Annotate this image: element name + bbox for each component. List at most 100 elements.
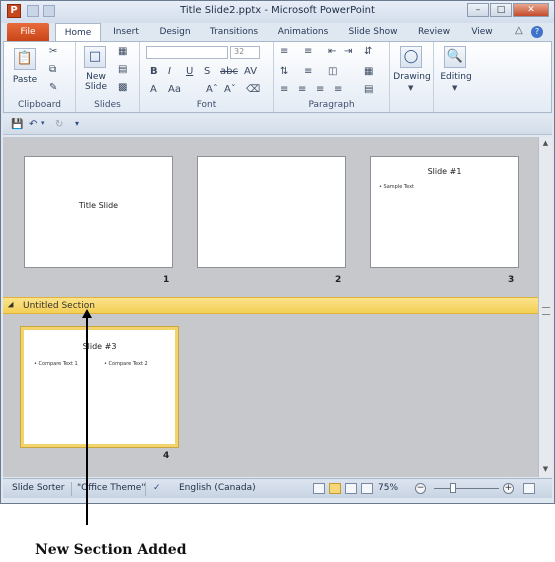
font-name-field[interactable] [146,46,228,59]
font-size-field[interactable]: 32 [230,46,260,59]
bold-button[interactable]: B [150,66,158,77]
reading-view-button[interactable] [345,483,357,494]
scrollbar-grip[interactable] [542,307,550,315]
section-icon[interactable]: ▩ [118,82,127,93]
zoom-level[interactable]: 75% [378,483,398,493]
clipboard-group-label: Clipboard [18,100,61,110]
paste-label[interactable]: Paste [8,75,42,85]
line-spacing-icon[interactable]: ⇵ [364,46,372,57]
save-icon[interactable]: 💾 [11,119,23,130]
strikethrough-button[interactable]: abc [220,66,238,77]
minimize-button[interactable]: – [467,3,489,17]
minimize-icon: – [475,5,481,15]
italic-button[interactable]: I [168,66,171,77]
cut-icon[interactable]: ✂ [49,46,57,57]
tab-review[interactable]: Review [411,23,457,41]
shapes-icon[interactable]: ◯ [400,46,422,68]
clear-formatting-icon[interactable]: ⌫ [246,84,260,95]
slide-thumbnail-selected[interactable]: Slide #3 • Compare Text 1 • Compare Text… [20,326,179,448]
slide-title: Slide #1 [427,167,462,176]
align-right-icon[interactable]: ≡ [316,84,324,95]
view-name: Slide Sorter [12,483,65,493]
text-direction-icon[interactable]: ⇅ [280,66,288,77]
close-button[interactable]: ✕ [513,3,549,17]
tab-slide-show[interactable]: Slide Show [341,23,405,41]
tab-file[interactable]: File [7,23,49,41]
columns-icon[interactable]: ◫ [328,66,337,77]
justify-icon[interactable]: ≡ [334,84,342,95]
character-spacing-button[interactable]: AV [244,66,257,77]
ribbon: 📋 Paste ✂ ⧉ ✎ Clipboard □ New Slide ▦ ▤ … [3,41,552,113]
align-text-icon[interactable]: ≡ [304,66,312,77]
bullets-icon[interactable]: ≡ [280,46,288,57]
scroll-up-icon[interactable]: ▲ [541,139,550,147]
grow-font-icon[interactable]: Aˆ [206,84,218,95]
slide-title: Title Slide [78,201,119,210]
undo-dropdown-icon[interactable]: ▾ [41,119,45,127]
numbering-icon[interactable]: ≡ [304,46,312,57]
increase-indent-icon[interactable]: ⇥ [344,46,352,57]
format-painter-icon[interactable]: ✎ [49,82,57,93]
tab-transitions[interactable]: Transitions [203,23,265,41]
find-icon[interactable]: 🔍 [444,46,466,68]
slide-sorter-view-button[interactable] [329,483,341,494]
clipboard-group: 📋 Paste ✂ ⧉ ✎ Clipboard [4,42,76,112]
layout-icon[interactable]: ▦ [118,46,127,57]
smartart-icon[interactable]: ▦ [364,66,373,77]
drawing-dropdown-icon[interactable]: ▼ [408,84,413,92]
collapse-section-icon[interactable] [7,301,17,311]
tab-home[interactable]: Home [55,23,101,41]
tab-view[interactable]: View [463,23,501,41]
zoom-slider[interactable] [434,488,499,489]
slide-number: 1 [163,275,170,285]
copy-icon[interactable]: ⧉ [49,64,56,75]
maximize-icon: □ [496,5,506,15]
maximize-button[interactable]: □ [490,3,512,17]
spelling-check-icon[interactable]: ✓ [153,483,161,493]
decrease-indent-icon[interactable]: ⇤ [328,46,336,57]
slide-thumbnail[interactable]: Title Slide [24,156,173,268]
column-layout-icon[interactable]: ▤ [364,84,373,95]
powerpoint-window: P Title Slide2.pptx - Microsoft PowerPoi… [0,0,555,504]
tab-design[interactable]: Design [151,23,199,41]
vertical-scrollbar[interactable]: ▲ ▼ [538,137,552,477]
ribbon-collapse-icon[interactable]: △ [515,25,523,36]
drawing-group: ◯ Drawing ▼ [390,42,434,112]
change-case-button[interactable]: Aa [168,84,181,95]
slide-bullet: • Sample Text [379,184,414,190]
zoom-in-icon[interactable]: + [503,483,514,494]
slide-show-view-button[interactable] [361,483,373,494]
underline-button[interactable]: U [186,66,193,77]
editing-label[interactable]: Editing [434,72,478,82]
paragraph-group: ≡ ≡ ⇤ ⇥ ⇵ ⇅ ≡ ◫ ▦ ≡ ≡ ≡ ≡ ▤ Paragraph [274,42,390,112]
normal-view-button[interactable] [313,483,325,494]
zoom-slider-thumb[interactable] [450,483,456,493]
align-center-icon[interactable]: ≡ [298,84,306,95]
slide-bullet: • Compare Text 2 [104,361,148,367]
new-slide-icon[interactable]: □ [84,46,106,68]
shrink-font-icon[interactable]: Aˇ [224,84,236,95]
tab-insert[interactable]: Insert [105,23,147,41]
scroll-down-icon[interactable]: ▼ [541,465,550,473]
editing-dropdown-icon[interactable]: ▼ [452,84,457,92]
font-group: 32 B I U S abc AV A Aa Aˆ Aˇ ⌫ Font [140,42,274,112]
undo-icon[interactable]: ↶ [29,119,37,130]
font-color-button[interactable]: A [150,84,157,95]
quick-access-toolbar: 💾 ↶ ▾ ↻ ▾ [3,115,552,135]
zoom-out-icon[interactable]: − [415,483,426,494]
reset-icon[interactable]: ▤ [118,64,127,75]
new-slide-label[interactable]: New Slide [78,72,114,92]
language[interactable]: English (Canada) [179,483,256,493]
shadow-button[interactable]: S [204,66,210,77]
fit-to-window-icon[interactable] [523,483,535,494]
slide-thumbnail[interactable] [197,156,346,268]
align-left-icon[interactable]: ≡ [280,84,288,95]
paste-icon[interactable]: 📋 [14,48,36,70]
help-icon[interactable]: ? [531,26,543,38]
redo-icon[interactable]: ↻ [55,119,63,130]
customize-qat-icon[interactable]: ▾ [75,119,79,128]
tab-animations[interactable]: Animations [271,23,335,41]
slide-thumbnail[interactable]: Slide #1 • Sample Text [370,156,519,268]
drawing-label[interactable]: Drawing [390,72,434,82]
slide-number: 2 [335,275,342,285]
